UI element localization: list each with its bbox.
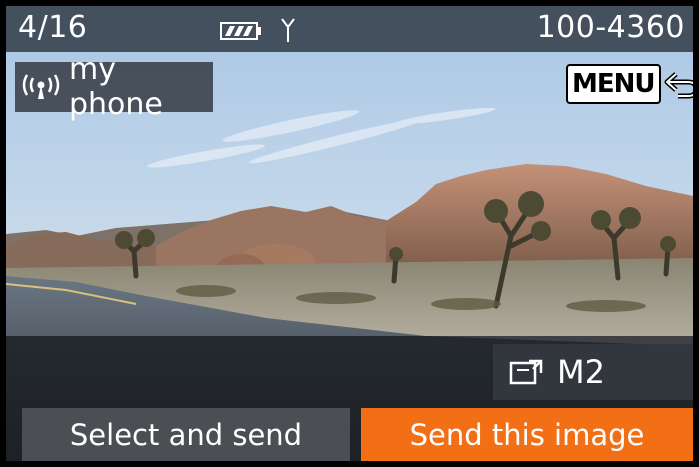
wifi-signal-icon bbox=[21, 74, 61, 100]
select-and-send-button[interactable]: Select and send bbox=[22, 408, 350, 461]
image-size-setting[interactable]: M2 bbox=[493, 344, 693, 400]
menu-key-label: MENU bbox=[566, 64, 661, 104]
send-this-image-button[interactable]: Send this image bbox=[361, 408, 693, 461]
image-size-label: M2 bbox=[557, 353, 605, 391]
status-bar: 4/16 100-4360 bbox=[6, 6, 693, 52]
connected-device-label: my phone bbox=[15, 52, 213, 122]
device-name: my phone bbox=[69, 52, 163, 122]
file-number: 100-4360 bbox=[536, 10, 685, 45]
antenna-icon bbox=[280, 17, 296, 47]
return-arrow-icon bbox=[664, 69, 693, 99]
resize-icon bbox=[509, 358, 543, 386]
menu-return-button[interactable]: MENU bbox=[566, 64, 693, 104]
camera-screen: 4/16 100-4360 my phone MENU M2 Select an… bbox=[6, 6, 693, 461]
frame-counter: 4/16 bbox=[18, 10, 88, 45]
battery-icon bbox=[219, 21, 263, 45]
